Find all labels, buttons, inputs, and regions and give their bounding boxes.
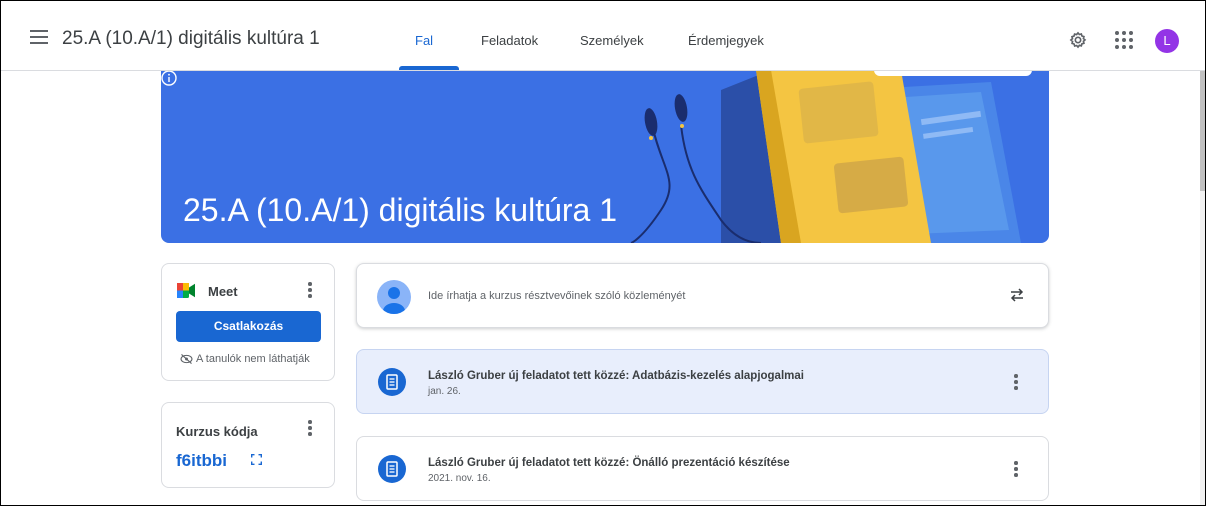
account-avatar[interactable]: L [1155,29,1179,53]
assignment-icon [378,455,406,483]
post-date: 2021. nov. 16. [428,473,491,484]
scrollbar-thumb[interactable] [1200,71,1206,191]
post-date: jan. 26. [428,386,461,397]
gear-icon[interactable] [1068,30,1088,50]
user-avatar [377,280,411,314]
assignment-icon [378,368,406,396]
meet-visibility-note: A tanulók nem láthatják [180,353,310,365]
menu-icon[interactable] [30,30,48,44]
meet-visibility-text: A tanulók nem láthatják [196,353,310,365]
tab-grades[interactable]: Érdemjegyek [688,33,764,48]
info-icon[interactable] [161,70,177,86]
class-code-value: f6itbbi [176,451,227,470]
page-scrollbar[interactable] [1200,71,1206,506]
announcement-placeholder: Ide írhatja a kurzus résztvevőinek szóló… [428,290,686,302]
tab-stream[interactable]: Fal [415,33,433,48]
post-title: László Gruber új feladatot tett közzé: Ö… [428,457,790,469]
tab-people[interactable]: Személyek [580,33,644,48]
post-more-icon[interactable] [1014,374,1018,390]
meet-logo-icon [177,283,195,298]
class-code-card: Kurzus kódja f6itbbi [161,402,335,488]
course-title[interactable]: 25.A (10.A/1) digitális kultúra 1 [62,28,320,50]
active-tab-indicator [399,66,459,70]
class-code-label: Kurzus kódja [176,424,258,439]
meet-more-icon[interactable] [308,282,312,298]
repost-icon[interactable] [1008,286,1026,304]
post-title: László Gruber új feladatot tett közzé: A… [428,370,804,382]
course-banner: 25.A (10.A/1) digitális kultúra 1 [161,70,1049,243]
top-app-bar: 25.A (10.A/1) digitális kultúra 1 Fal Fe… [0,0,1206,71]
announcement-input[interactable]: Ide írhatja a kurzus résztvevőinek szóló… [356,263,1049,328]
stream-post[interactable]: László Gruber új feladatot tett közzé: A… [356,349,1049,414]
join-meet-button[interactable]: Csatlakozás [176,311,321,342]
stream-post[interactable]: László Gruber új feladatot tett közzé: Ö… [356,436,1049,501]
fullscreen-icon[interactable] [251,454,262,465]
apps-icon[interactable] [1115,31,1133,49]
meet-label: Meet [208,284,238,299]
eye-off-icon [180,354,193,365]
class-code-more-icon[interactable] [308,420,312,436]
post-more-icon[interactable] [1014,461,1018,477]
tab-classwork[interactable]: Feladatok [481,33,538,48]
meet-card: Meet Csatlakozás A tanulók nem láthatják [161,263,335,381]
banner-title: 25.A (10.A/1) digitális kultúra 1 [183,192,618,228]
